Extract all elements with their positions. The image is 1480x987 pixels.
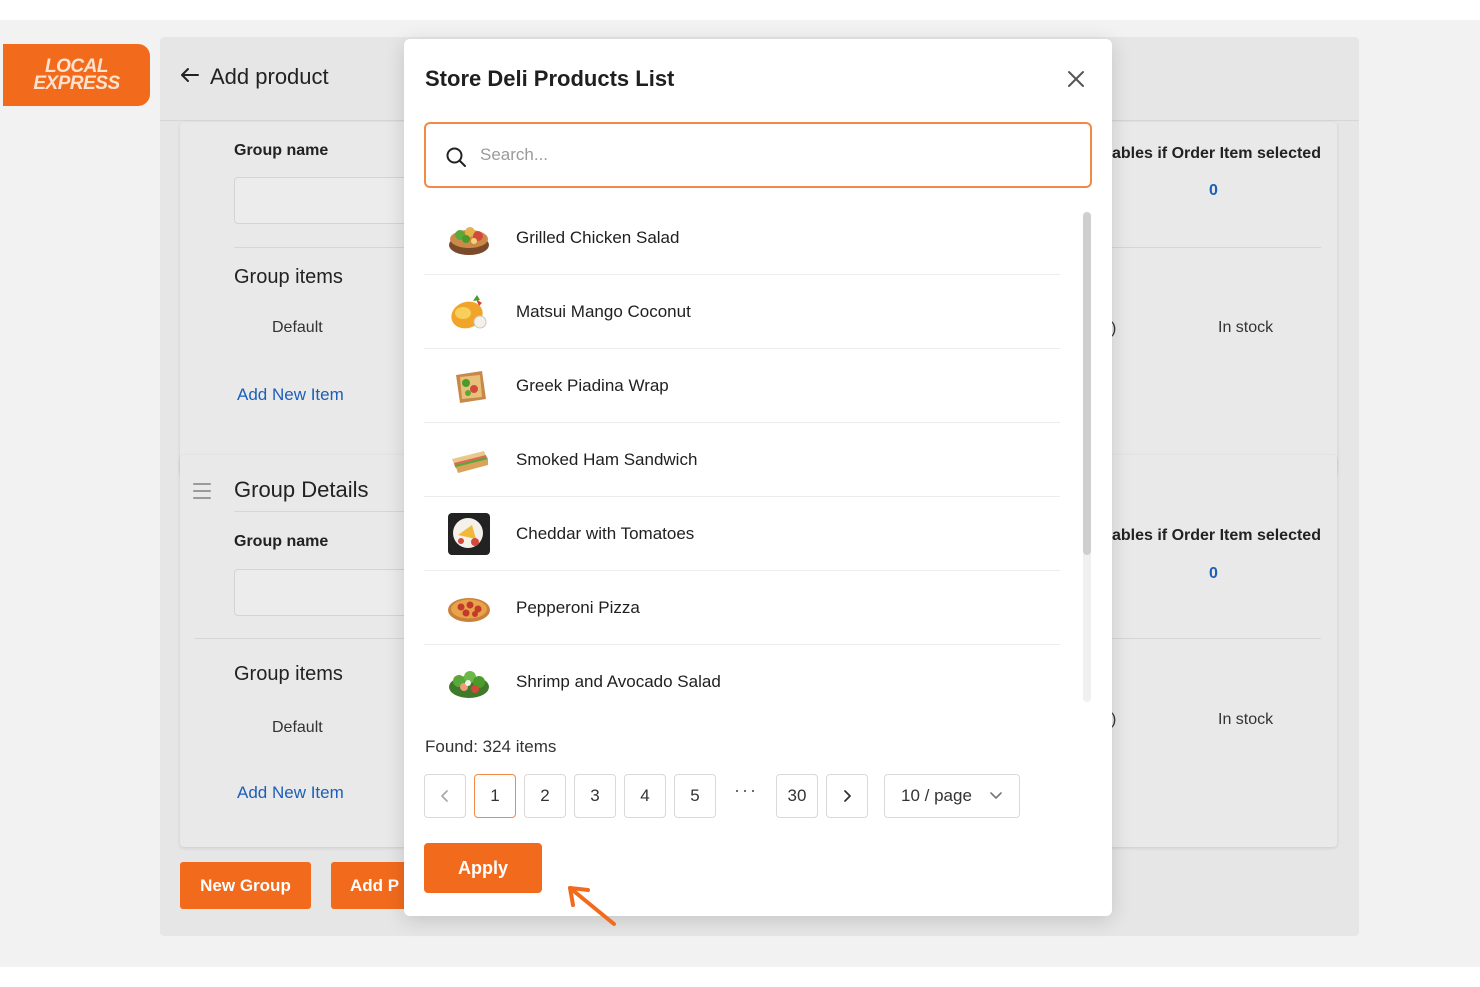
search-box[interactable]	[424, 122, 1092, 188]
mango-icon	[446, 289, 492, 335]
search-icon	[446, 147, 466, 167]
divider	[234, 247, 414, 248]
pointer-arrow-icon	[568, 886, 616, 926]
search-input[interactable]	[480, 134, 1070, 176]
variables-header: ables if Order Item selected	[1112, 145, 1321, 162]
next-page-button[interactable]	[826, 774, 868, 818]
list-scrollbar[interactable]	[1083, 212, 1091, 702]
salad-icon	[446, 659, 492, 700]
found-count: Found: 324 items	[425, 737, 557, 756]
list-item[interactable]: Grilled Chicken Salad	[424, 201, 1060, 275]
chevron-down-icon	[990, 792, 1002, 799]
add-new-item-link[interactable]: Add New Item	[237, 783, 344, 803]
apply-button[interactable]: Apply	[424, 843, 542, 893]
variables-count: 0	[1209, 565, 1218, 582]
product-name: Matsui Mango Coconut	[516, 301, 691, 321]
page-5-button[interactable]: 5	[674, 774, 716, 818]
list-item[interactable]: Matsui Mango Coconut	[424, 275, 1060, 349]
page-size-value: 10 / page	[901, 786, 972, 805]
page-ellipsis[interactable]: ···	[734, 780, 758, 801]
stock-status: In stock	[1218, 319, 1274, 336]
divider	[1112, 638, 1321, 639]
back-arrow-icon[interactable]	[178, 63, 202, 87]
page-4-button[interactable]: 4	[624, 774, 666, 818]
modal-title: Store Deli Products List	[425, 66, 675, 91]
page-1-button[interactable]: 1	[474, 774, 516, 818]
logo-line-2: EXPRESS	[33, 73, 120, 94]
product-name: Greek Piadina Wrap	[516, 375, 669, 395]
list-item[interactable]: Pepperoni Pizza	[424, 571, 1060, 645]
drag-handle-icon[interactable]	[193, 483, 211, 499]
local-express-logo[interactable]: LOCAL EXPRESS	[3, 44, 150, 106]
page-3-button[interactable]: 3	[574, 774, 616, 818]
scrollbar-thumb[interactable]	[1083, 212, 1091, 555]
group-items-label: Group items	[234, 663, 343, 685]
default-label: Default	[272, 719, 323, 736]
sandwich-icon	[446, 437, 492, 483]
close-icon[interactable]	[1064, 67, 1088, 91]
group-name-label: Group name	[234, 533, 329, 550]
product-name: Cheddar with Tomatoes	[516, 523, 695, 543]
page-title: Add product	[210, 64, 329, 89]
variables-count: 0	[1209, 182, 1218, 199]
group-name-input[interactable]	[234, 177, 414, 224]
product-name: Pepperoni Pizza	[516, 597, 640, 617]
product-name: Smoked Ham Sandwich	[516, 449, 698, 469]
default-label: Default	[272, 319, 323, 336]
products-list: Grilled Chicken Salad Matsui Mango Cocon…	[424, 201, 1060, 699]
list-item[interactable]: Smoked Ham Sandwich	[424, 423, 1060, 497]
list-item[interactable]: Greek Piadina Wrap	[424, 349, 1060, 423]
stock-status: In stock	[1218, 711, 1274, 728]
page-size-select[interactable]: 10 / page	[884, 774, 1020, 818]
prev-page-button[interactable]	[424, 774, 466, 818]
group-details-title: Group Details	[234, 477, 369, 502]
divider	[234, 511, 414, 512]
wrap-icon	[446, 363, 492, 409]
cheese-plate-icon	[446, 511, 492, 557]
product-name: Shrimp and Avocado Salad	[516, 671, 721, 691]
group-name-input[interactable]	[234, 569, 414, 616]
group-name-label: Group name	[234, 142, 329, 159]
products-list-modal: Store Deli Products List Grilled Chicken…	[404, 39, 1112, 916]
add-new-item-link[interactable]: Add New Item	[237, 385, 344, 405]
pizza-icon	[446, 585, 492, 631]
page-30-button[interactable]: 30	[776, 774, 818, 818]
list-item[interactable]: Cheddar with Tomatoes	[424, 497, 1060, 571]
group-items-label: Group items	[234, 266, 343, 288]
divider	[1112, 247, 1321, 248]
new-group-button[interactable]: New Group	[180, 862, 311, 909]
salad-bowl-icon	[446, 215, 492, 261]
chevron-right-icon	[844, 790, 851, 802]
divider	[194, 638, 414, 639]
variables-header: ables if Order Item selected	[1112, 527, 1321, 544]
list-item[interactable]: Shrimp and Avocado Salad	[424, 645, 1060, 699]
page-2-button[interactable]: 2	[524, 774, 566, 818]
chevron-left-icon	[441, 790, 448, 802]
product-name: Grilled Chicken Salad	[516, 227, 680, 247]
